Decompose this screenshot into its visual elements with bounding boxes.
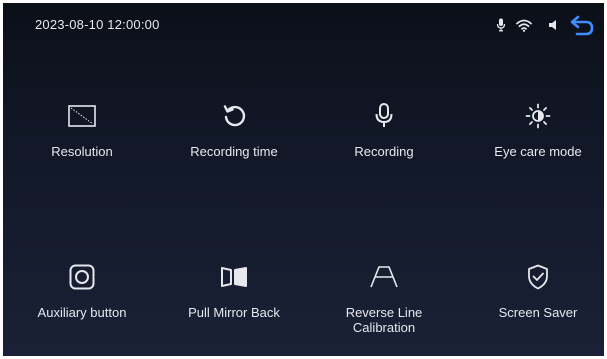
menu-item-label: Resolution [51,144,113,159]
status-icons [496,13,596,37]
menu-item-eye-care-mode[interactable]: Eye care mode [463,100,604,159]
menu-item-screen-saver[interactable]: Screen Saver [463,261,604,320]
screen: 2023-08-10 12:00:00 Resolution Recording… [3,3,604,356]
back-arrow-icon [570,15,594,36]
menu-item-label: Recording time [190,144,278,159]
mirror-icon [221,267,247,287]
menu-item-label: Pull Mirror Back [188,305,280,320]
auxiliary-button-icon [69,264,95,290]
shield-check-icon [528,264,548,290]
menu-item-label: Recording [354,144,414,159]
back-button[interactable] [568,12,596,38]
menu-item-recording-time[interactable]: Recording time [159,100,309,159]
recording-time-icon [223,105,246,127]
menu-item-recording[interactable]: Recording [309,100,459,159]
reverse-line-icon [370,266,398,288]
datetime: 2023-08-10 12:00:00 [35,17,160,32]
menu-item-auxiliary-button[interactable]: Auxiliary button [7,261,157,320]
menu-item-pull-mirror-back[interactable]: Pull Mirror Back [159,261,309,320]
menu-item-label: Reverse Line Calibration [345,305,423,335]
menu-item-resolution[interactable]: Resolution [7,100,157,159]
microphone-icon [496,18,506,32]
resolution-icon [68,105,96,127]
microphone-icon [375,103,393,127]
menu-item-label: Screen Saver [498,305,578,320]
menu-item-label: Auxiliary button [37,305,127,320]
brightness-icon [525,103,551,129]
wifi-icon [516,19,532,32]
menu-item-label: Eye care mode [494,144,582,159]
status-bar: 2023-08-10 12:00:00 [3,3,604,43]
menu-item-reverse-line-calibration[interactable]: Reverse Line Calibration [309,261,459,335]
speaker-icon [548,19,558,31]
